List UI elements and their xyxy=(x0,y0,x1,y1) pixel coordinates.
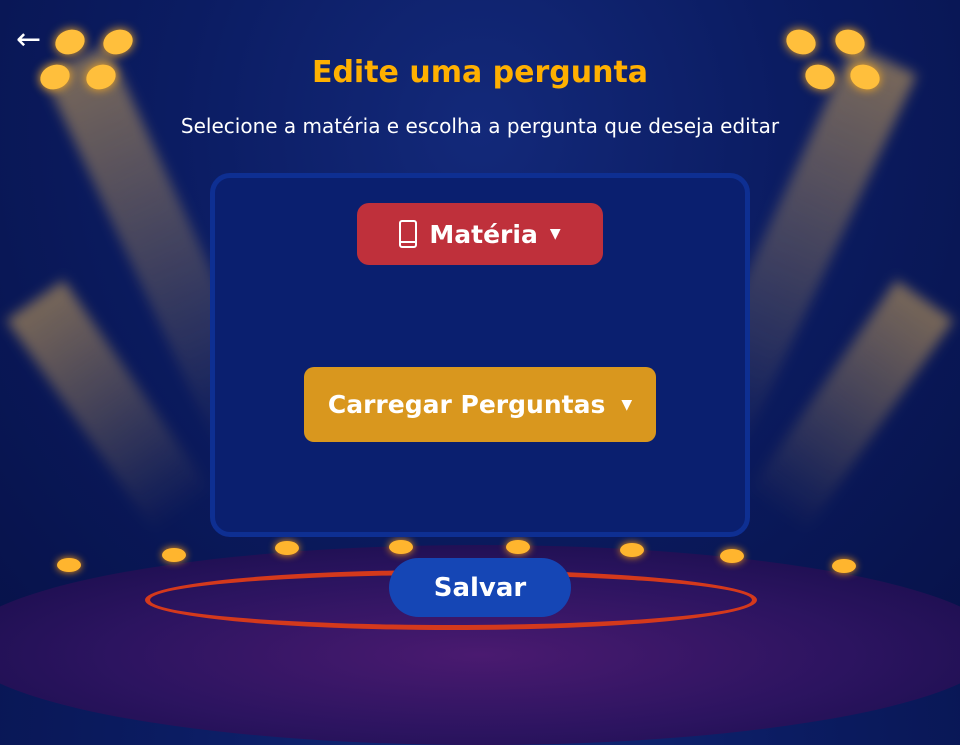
floor-light xyxy=(620,543,644,557)
floor-light xyxy=(832,559,856,573)
arrow-left-icon: ← xyxy=(16,22,42,57)
book-icon xyxy=(399,220,418,248)
save-button-label: Salvar xyxy=(433,572,527,603)
floor-light xyxy=(506,540,530,554)
floor-light xyxy=(389,540,413,554)
save-button[interactable]: Salvar xyxy=(389,558,571,617)
subject-dropdown-label: Matéria xyxy=(429,219,538,249)
load-questions-dropdown[interactable]: Carregar Perguntas ▼ xyxy=(304,367,656,442)
subject-dropdown[interactable]: Matéria ▼ xyxy=(357,203,603,265)
page-subtitle: Selecione a matéria e escolha a pergunta… xyxy=(180,114,780,138)
spotlight xyxy=(51,25,89,59)
floor-light xyxy=(162,548,186,562)
floor-light xyxy=(720,549,744,563)
caret-down-icon: ▼ xyxy=(621,396,633,413)
back-button[interactable]: ← xyxy=(16,25,41,55)
page-title: Edite uma pergunta xyxy=(311,55,649,90)
floor-light xyxy=(275,541,299,555)
floor-light xyxy=(57,558,81,572)
caret-down-icon: ▼ xyxy=(549,226,561,242)
load-questions-label: Carregar Perguntas xyxy=(327,390,606,419)
spotlight xyxy=(782,25,820,59)
